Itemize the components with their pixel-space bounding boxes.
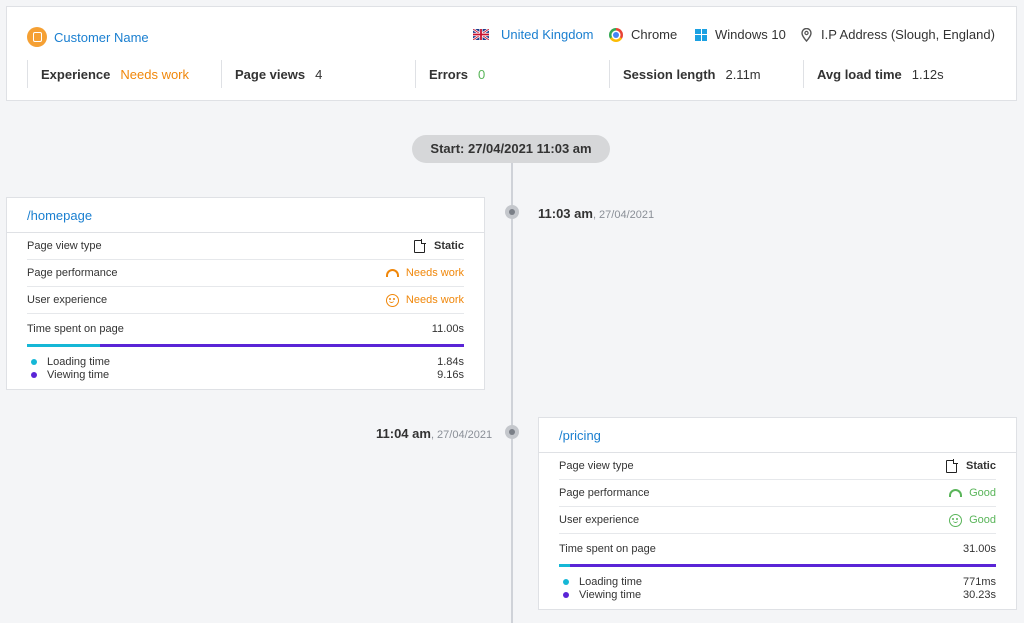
customer-avatar-icon (27, 27, 47, 47)
document-icon (414, 238, 427, 253)
event-time: 11:03 am (538, 206, 593, 221)
time-spent-row: Time spent on page 11.00s (27, 314, 464, 344)
viewing-bullet-icon (563, 591, 569, 598)
ux-row: User experience Needs work (27, 287, 464, 314)
view-type-value: Static (434, 240, 464, 252)
legend-value: 30.23s (962, 588, 996, 601)
windows-icon (695, 28, 707, 41)
ip-info: I.P Address (Slough, England) (801, 27, 995, 42)
page-view-card: /pricing Page view type Static Page perf… (538, 417, 1017, 610)
stat-value: Needs work (120, 66, 190, 82)
gauge-icon (385, 269, 399, 277)
stat-label: Avg load time (817, 66, 902, 82)
legend-label: Viewing time (47, 368, 110, 381)
loading-legend: Loading time 771ms (559, 575, 996, 588)
session-stats: Experience Needs work Page views 4 Error… (7, 60, 1016, 88)
time-split-bar (27, 344, 464, 347)
row-label: Page view type (27, 240, 102, 252)
os-info: Windows 10 (695, 27, 786, 42)
viewing-legend: Viewing time 9.16s (27, 368, 464, 381)
timeline-dot (505, 205, 519, 219)
customer[interactable]: Customer Name (27, 27, 149, 47)
timeline-line (511, 160, 513, 623)
gauge-icon (949, 489, 963, 497)
performance-row: Page performance Needs work (27, 260, 464, 287)
performance-row: Page performance Good (559, 480, 996, 507)
legend-label: Viewing time (579, 588, 642, 601)
ux-value: Needs work (405, 294, 464, 306)
uk-flag-icon (473, 29, 489, 40)
timeline-dot (505, 425, 519, 439)
session-header: Customer Name United Kingdom Chrome Wind… (6, 6, 1017, 101)
time-spent-value: 31.00s (962, 543, 996, 555)
browser-info: Chrome (609, 27, 677, 42)
view-type-value: Static (966, 460, 996, 472)
loading-legend: Loading time 1.84s (27, 355, 464, 368)
stat-label: Experience (41, 66, 111, 82)
loading-bar (27, 344, 100, 347)
stat-value: 1.12s (911, 66, 944, 82)
view-type-row: Page view type Static (559, 453, 996, 480)
time-split-bar (559, 564, 996, 567)
stat-label: Page views (235, 66, 306, 82)
legend-value: 9.16s (437, 368, 464, 381)
event-timestamp: 11:04 am, 27/04/2021 (376, 426, 492, 441)
document-icon (946, 458, 959, 473)
location-pin-icon (801, 27, 812, 42)
row-label: User experience (559, 514, 640, 526)
country-info: United Kingdom (473, 27, 594, 42)
viewing-bar (99, 344, 464, 347)
stat-session-length: Session length 2.11m (623, 60, 761, 88)
event-time: 11:04 am (376, 426, 431, 441)
performance-value: Good (969, 487, 996, 499)
loading-bullet-icon (31, 358, 37, 365)
country-link[interactable]: United Kingdom (501, 27, 594, 42)
stat-value: 2.11m (725, 66, 761, 82)
chrome-icon (609, 27, 623, 42)
page-path-link[interactable]: /homepage (7, 198, 484, 233)
page-path-link[interactable]: /pricing (539, 418, 1016, 453)
legend-label: Loading time (47, 355, 110, 368)
stat-label: Errors (429, 66, 469, 82)
viewing-bullet-icon (31, 371, 37, 378)
time-spent-value: 11.00s (431, 323, 464, 335)
performance-value: Needs work (405, 267, 464, 279)
row-label: Page performance (27, 267, 118, 279)
legend-value: 1.84s (437, 355, 464, 368)
timeline-start: Start: 27/04/2021 11:03 am (412, 135, 610, 163)
event-timestamp: 11:03 am, 27/04/2021 (538, 206, 654, 221)
face-icon (949, 513, 963, 527)
stat-value: 4 (315, 66, 323, 82)
stat-label: Session length (623, 66, 716, 82)
row-label: Time spent on page (27, 323, 124, 335)
stat-value: 0 (478, 66, 486, 82)
view-type-row: Page view type Static (27, 233, 464, 260)
face-icon (385, 293, 399, 307)
time-spent-row: Time spent on page 31.00s (559, 534, 996, 564)
ux-value: Good (969, 514, 996, 526)
stat-experience: Experience Needs work (41, 60, 189, 88)
row-label: Time spent on page (559, 543, 656, 555)
event-date: , 27/04/2021 (430, 429, 493, 441)
stat-page-views: Page views 4 (235, 60, 322, 88)
os-name: Windows 10 (715, 27, 786, 42)
legend-value: 771ms (962, 575, 996, 588)
event-date: , 27/04/2021 (592, 209, 655, 221)
stat-errors: Errors 0 (429, 60, 485, 88)
viewing-legend: Viewing time 30.23s (559, 588, 996, 601)
ip-address: I.P Address (Slough, England) (821, 27, 995, 42)
customer-name[interactable]: Customer Name (54, 30, 149, 45)
loading-bullet-icon (563, 578, 569, 585)
viewing-bar (569, 564, 996, 567)
loading-bar (559, 564, 570, 567)
row-label: Page view type (559, 460, 634, 472)
row-label: User experience (27, 294, 108, 306)
row-label: Page performance (559, 487, 650, 499)
browser-name: Chrome (631, 27, 678, 42)
stat-avg-load: Avg load time 1.12s (817, 60, 944, 88)
page-view-card: /homepage Page view type Static Page per… (6, 197, 485, 390)
ux-row: User experience Good (559, 507, 996, 534)
legend-label: Loading time (579, 575, 642, 588)
